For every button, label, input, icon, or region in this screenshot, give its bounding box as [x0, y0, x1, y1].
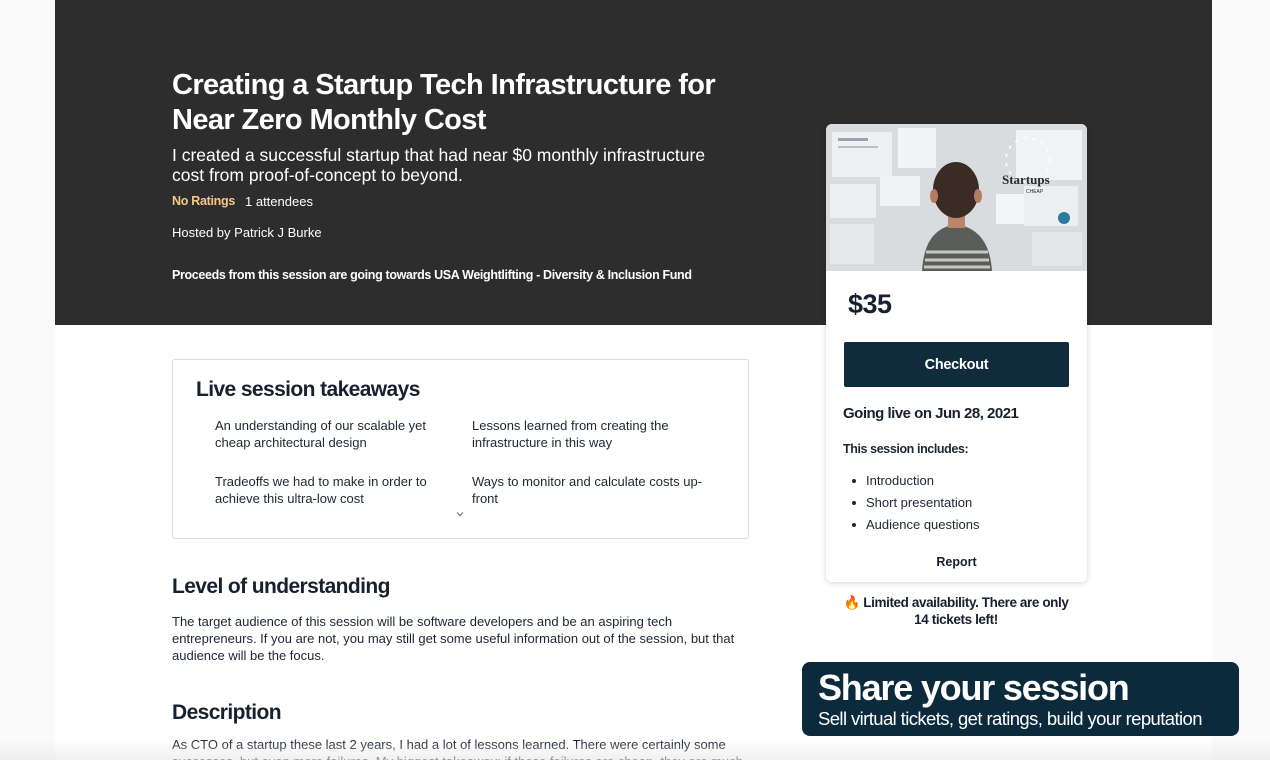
description-text: As CTO of a startup these last 2 years, … [172, 737, 743, 760]
takeaway-item: Ways to monitor and calculate costs up-f… [472, 474, 703, 506]
page-gutter-left [0, 0, 55, 760]
list-item: Audience questions [852, 514, 979, 536]
go-live-date: Going live on Jun 28, 2021 [843, 405, 1019, 422]
checkout-button[interactable]: Checkout [844, 342, 1069, 387]
takeaway-item: Tradeoffs we had to make in order to ach… [215, 474, 427, 506]
includes-list: Introduction Short presentation Audience… [852, 470, 979, 536]
attendee-count: 1 attendees [245, 194, 313, 209]
chevron-down-icon[interactable] [455, 509, 465, 519]
share-session-banner[interactable]: Share your session Sell virtual tickets,… [802, 662, 1239, 736]
page-gutter-right [1212, 0, 1270, 760]
rating-label[interactable]: No Ratings [172, 194, 235, 208]
share-banner-subtitle: Sell virtual tickets, get ratings, build… [818, 708, 1202, 729]
takeaway-item: Lessons learned from creating the infras… [472, 418, 669, 450]
description-title: Description [172, 701, 282, 724]
proceeds-note: Proceeds from this session are going tow… [172, 268, 692, 282]
availability-text: Limited availability. There are only 14 … [863, 595, 1069, 627]
list-item: Introduction [852, 470, 979, 492]
ticket-card: Startups CHEAP $35 Checkout Going live o… [826, 124, 1087, 582]
takeaways-title: Live session takeaways [196, 378, 420, 401]
fire-icon: 🔥 [843, 595, 861, 610]
cover-image-label: Startups [1002, 172, 1050, 187]
level-text: The target audience of this session will… [172, 614, 735, 663]
host-name[interactable]: Hosted by Patrick J Burke [172, 225, 322, 240]
report-link[interactable]: Report [826, 555, 1087, 569]
session-title: Creating a Startup Tech Infrastructure f… [172, 69, 716, 136]
takeaways-box: Live session takeaways An understanding … [172, 359, 749, 539]
cover-image-sublabel: CHEAP [1026, 189, 1044, 195]
session-subtitle: I created a successful startup that had … [172, 145, 706, 185]
takeaway-item: An understanding of our scalable yet che… [215, 418, 427, 450]
availability-notice: 🔥 Limited availability. There are only 1… [836, 594, 1076, 628]
includes-title: This session includes: [843, 442, 969, 456]
ticket-price: $35 [848, 289, 892, 319]
session-cover-image: Startups CHEAP [826, 124, 1087, 271]
level-title: Level of understanding [172, 575, 390, 598]
list-item: Short presentation [852, 492, 979, 514]
share-banner-title: Share your session [818, 667, 1130, 708]
